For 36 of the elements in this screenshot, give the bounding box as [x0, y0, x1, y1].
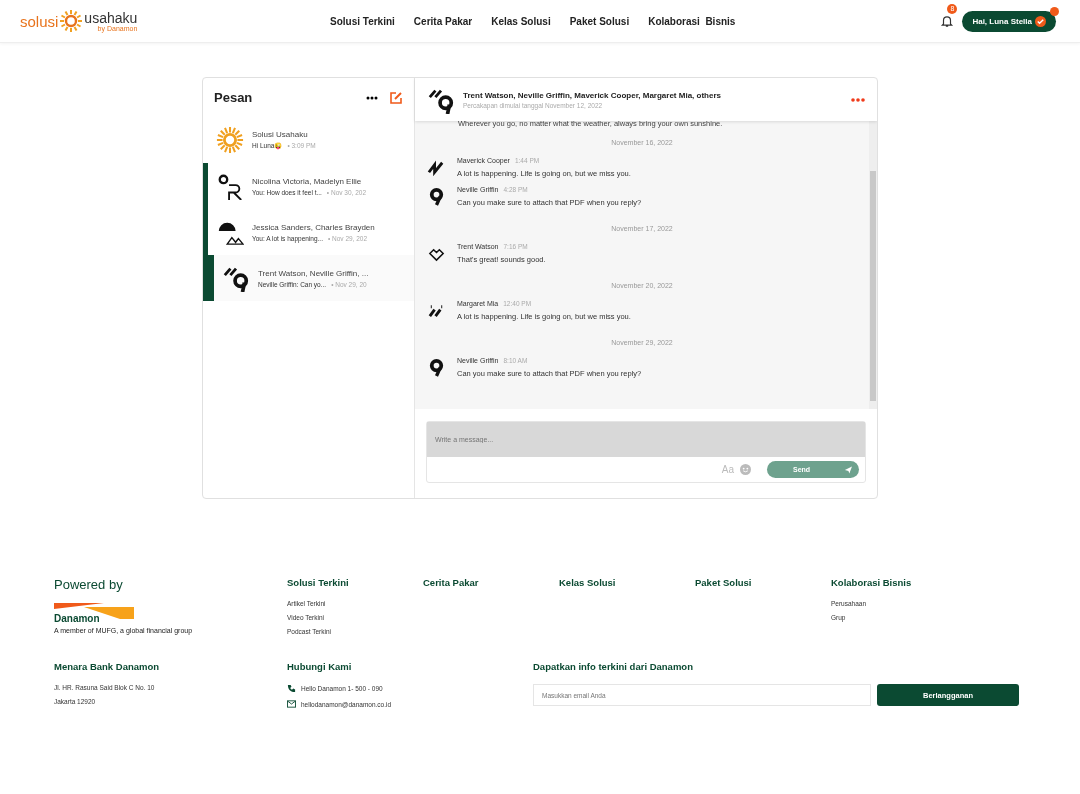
- chat-title: Trent Watson, Neville Griffin, Maverick Cooper, Margaret Mia, others: [463, 90, 722, 100]
- nav-link[interactable]: Kelas Solusi: [491, 15, 551, 27]
- footer-heading: Hubungi Kami: [287, 661, 353, 672]
- conversation-name: Jessica Sanders, Charles Brayden: [252, 222, 375, 232]
- scrollbar[interactable]: [869, 121, 877, 409]
- footer-heading: Paket Solusi: [695, 577, 753, 588]
- nav-link[interactable]: Solusi Terkini: [330, 15, 395, 27]
- footer-heading: Kolaborasi Bisnis: [831, 577, 913, 588]
- phone-icon: [287, 684, 296, 693]
- avatar-icon: [427, 358, 446, 377]
- inbox-title: Pesan: [214, 90, 254, 105]
- conversation-name: Trent Watson, Neville Griffin, ...: [258, 268, 369, 278]
- nav-link[interactable]: Cerita Pakar: [413, 15, 473, 27]
- status-dot: [1050, 6, 1059, 16]
- footer-heading: Cerita Pakar: [423, 577, 480, 588]
- compose-icon[interactable]: [390, 91, 402, 104]
- footer-heading: Kelas Solusi: [559, 577, 617, 588]
- sun-avatar-icon: [216, 126, 244, 154]
- avatar-icon: [216, 172, 244, 200]
- powered-by-label: Powered by: [54, 577, 124, 592]
- nav-link[interactable]: Paket Solusi: [569, 15, 630, 27]
- conversation-name: Nicolina Victoria, Madelyn Ellie: [252, 176, 363, 186]
- conversation-name: Solusi Usahaku: [252, 130, 309, 139]
- footer-heading: Menara Bank Danamon: [54, 661, 161, 672]
- more-icon[interactable]: [366, 95, 378, 100]
- avatar-icon: [427, 187, 446, 206]
- footer-heading: Solusi Terkini: [287, 577, 350, 588]
- notification-button[interactable]: [940, 14, 955, 28]
- avatar-icon: [427, 158, 446, 177]
- nav-link[interactable]: Kolaborasi Bisnis: [648, 15, 736, 27]
- user-menu-button[interactable]: Hai, Luna Stella: [962, 10, 1056, 32]
- send-icon: [844, 464, 853, 475]
- verified-icon: [1035, 15, 1046, 27]
- email-icon: [287, 700, 296, 708]
- bell-icon: [940, 14, 955, 28]
- footer-heading: Dapatkan info terkini dari Danamon: [533, 661, 694, 672]
